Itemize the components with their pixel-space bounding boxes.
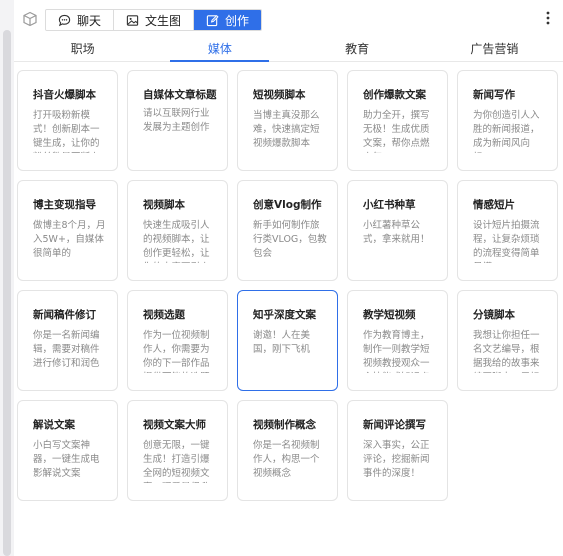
card-title: 分镜脚本 (473, 309, 515, 321)
create-mode-label: 创作 (225, 13, 250, 28)
chat-mode-label: 聊天 (77, 13, 102, 28)
card-title: 短视频脚本 (253, 89, 306, 101)
tab-media[interactable]: 媒体 (151, 38, 288, 62)
card-title: 视频制作概念 (253, 419, 316, 431)
text-to-image-mode-label: 文生图 (145, 13, 182, 28)
template-card[interactable]: 博主变现指导 做博主8个月，月入5W+，自媒体很简单的 (17, 180, 118, 281)
card-title: 博主变现指导 (33, 199, 96, 211)
chat-mode-button[interactable]: 聊天 (46, 10, 115, 30)
card-title: 视频脚本 (143, 199, 185, 211)
template-card[interactable]: 短视频脚本 当博主真没那么难，快速搞定短视频爆款脚本 (237, 70, 338, 171)
card-description: 小白写文案神器，一键生成电影解说文案 (33, 440, 100, 479)
tab-workplace[interactable]: 职场 (14, 38, 151, 61)
text-to-image-mode-button[interactable]: 文生图 (114, 10, 195, 30)
tab-education[interactable]: 教育 (289, 38, 426, 61)
card-description: 作为教育博主，制作一则教学短视频教授观众一个技能或知识点 (363, 330, 430, 373)
category-tabs: 职场 媒体 教育 广告营销 (14, 38, 563, 62)
card-description: 你是一名新闻编辑，需要对稿件进行修订和润色 (33, 330, 100, 369)
app-window: 聊天 文生图 创作 职场 媒体 教育 广告营销 抖音火爆脚本 打开吸粉新模式！创… (0, 0, 563, 556)
template-card[interactable]: 新闻写作 为你创造引人入胜的新闻报道，成为新闻风向标。 (457, 70, 558, 171)
template-card[interactable]: 分镜脚本 我想让你担任一名文艺编导，根据我给的故事来编写脚本，用标准 (457, 290, 558, 391)
create-mode-button[interactable]: 创作 (194, 10, 262, 30)
card-description: 深入事实，公正评论，挖掘新闻事件的深度！ (363, 440, 430, 479)
card-description: 打开吸粉新模式！创新剧本一键生成，让你的粉丝数量不断上升 (33, 110, 100, 153)
card-title: 创意Vlog制作 (253, 199, 322, 211)
template-card-selected[interactable]: 知乎深度文案 谢邀！人在美国，刚下飞机 (237, 290, 338, 391)
card-title: 知乎深度文案 (253, 309, 316, 321)
card-title: 抖音火爆脚本 (33, 89, 96, 101)
card-description: 设计短片拍摄流程，让复杂烦琐的流程变得简单易懂。 (473, 220, 540, 263)
top-toolbar: 聊天 文生图 创作 (14, 0, 563, 38)
card-description: 为你创造引人入胜的新闻报道，成为新闻风向标。 (473, 110, 540, 153)
template-card[interactable]: 小红书种草 小红薯种草公式，拿来就用！ (347, 180, 448, 281)
edit-icon (206, 14, 219, 26)
more-options-icon[interactable] (545, 10, 551, 26)
card-description: 请以互联网行业发展为主题创作一个自媒体文章标题 (143, 108, 210, 133)
card-description: 助力全开，撰写无极！生成优质文案，帮你点燃人气 (363, 110, 430, 153)
card-description: 你是一名视频制作人，构思一个视频概念 (253, 440, 320, 479)
left-scrollbar[interactable] (0, 0, 14, 556)
template-card[interactable]: 创意Vlog制作 新手如何制作旅行类VLOG，包教包会 (237, 180, 338, 281)
card-title: 新闻写作 (473, 89, 515, 101)
card-title: 新闻评论撰写 (363, 419, 426, 431)
card-description: 小红薯种草公式，拿来就用！ (363, 220, 430, 245)
card-description: 作为一位视频制作人，你需要为你的下一部作品提供可能的选题 (143, 330, 210, 373)
tab-advertising-marketing[interactable]: 广告营销 (426, 38, 563, 61)
template-card[interactable]: 新闻稿件修订 你是一名新闻编辑，需要对稿件进行修订和润色 (17, 290, 118, 391)
card-description: 我想让你担任一名文艺编导，根据我给的故事来编写脚本，用标准 (473, 330, 540, 373)
mode-switcher: 聊天 文生图 创作 (45, 9, 263, 31)
card-title: 自媒体文章标题 (143, 89, 217, 101)
card-title: 小红书种草 (363, 199, 416, 211)
template-card[interactable]: 情感短片 设计短片拍摄流程，让复杂烦琐的流程变得简单易懂。 (457, 180, 558, 281)
template-card[interactable]: 自媒体文章标题 请以互联网行业发展为主题创作一个自媒体文章标题 (127, 70, 228, 171)
card-title: 视频文案大师 (143, 419, 206, 431)
template-card[interactable]: 解说文案 小白写文案神器，一键生成电影解说文案 (17, 400, 118, 501)
card-title: 创作爆款文案 (363, 89, 426, 101)
card-description: 谢邀！人在美国，刚下飞机 (253, 330, 311, 355)
card-description: 创意无限，一键生成！打造引爆全网的短视频文案，观看量飙升 (143, 440, 210, 483)
card-title: 情感短片 (473, 199, 515, 211)
template-card[interactable]: 抖音火爆脚本 打开吸粉新模式！创新剧本一键生成，让你的粉丝数量不断上升 (17, 70, 118, 171)
card-title: 新闻稿件修订 (33, 309, 96, 321)
template-card[interactable]: 教学短视频 作为教育博主，制作一则教学短视频教授观众一个技能或知识点 (347, 290, 448, 391)
card-description: 当博主真没那么难，快速搞定短视频爆款脚本 (253, 110, 320, 149)
chat-icon (58, 14, 71, 26)
card-description: 新手如何制作旅行类VLOG，包教包会 (253, 220, 327, 259)
template-card[interactable]: 视频选题 作为一位视频制作人，你需要为你的下一部作品提供可能的选题 (127, 290, 228, 391)
template-card[interactable]: 视频文案大师 创意无限，一键生成！打造引爆全网的短视频文案，观看量飙升 (127, 400, 228, 501)
card-title: 解说文案 (33, 419, 75, 431)
image-icon (126, 14, 139, 26)
template-card[interactable]: 视频制作概念 你是一名视频制作人，构思一个视频概念 (237, 400, 338, 501)
template-card[interactable]: 视频脚本 快速生成吸引人的视频脚本，让创作更轻松，让你的内容更引人注目 (127, 180, 228, 281)
card-description: 快速生成吸引人的视频脚本，让创作更轻松，让你的内容更引人注目 (143, 220, 210, 263)
card-description: 做博主8个月，月入5W+，自媒体很简单的 (33, 220, 106, 259)
scrollbar-thumb[interactable] (3, 30, 11, 556)
cube-icon[interactable] (22, 11, 38, 27)
card-title: 教学短视频 (363, 309, 416, 321)
template-card[interactable]: 创作爆款文案 助力全开，撰写无极！生成优质文案，帮你点燃人气 (347, 70, 448, 171)
card-title: 视频选题 (143, 309, 185, 321)
template-card[interactable]: 新闻评论撰写 深入事实，公正评论，挖掘新闻事件的深度！ (347, 400, 448, 501)
